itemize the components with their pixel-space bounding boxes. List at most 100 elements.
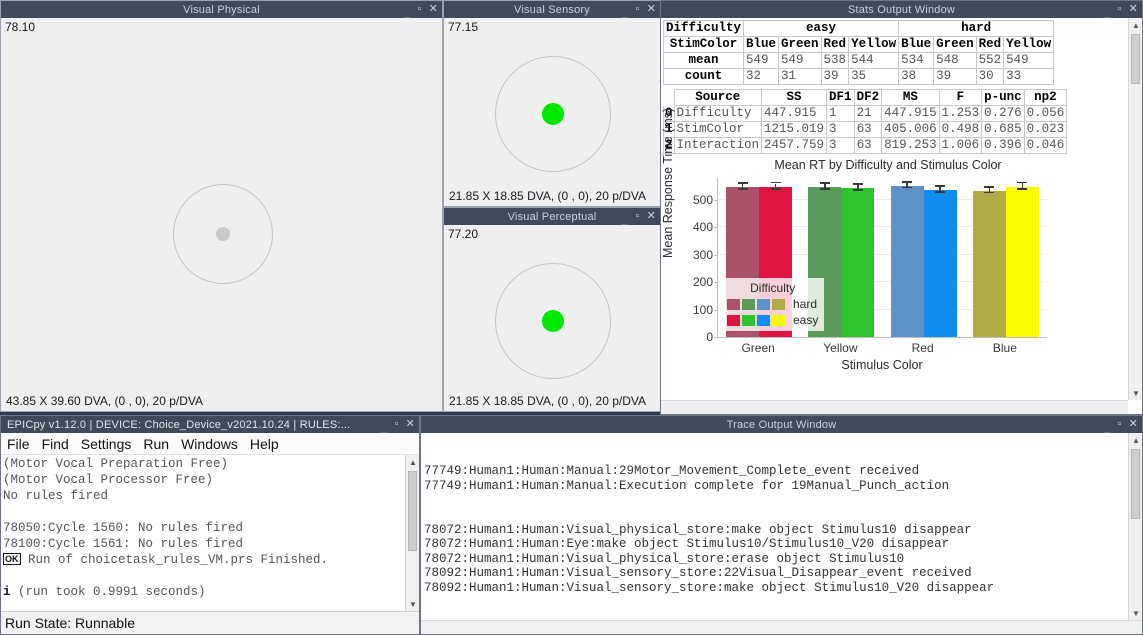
stats-horizontal-scrollbar[interactable] bbox=[661, 400, 1128, 414]
minimize-icon[interactable]: _ bbox=[1104, 6, 1111, 18]
close-icon[interactable]: ✕ bbox=[647, 4, 656, 15]
scroll-down-icon[interactable]: ▼ bbox=[406, 597, 420, 611]
scroll-up-icon[interactable]: ▲ bbox=[1129, 18, 1142, 32]
chart-xtick: Green bbox=[741, 341, 775, 355]
console-vertical-scrollbar[interactable]: ▲ ▼ bbox=[405, 455, 419, 611]
titlebar-trace-output[interactable]: Trace Output Window _ ▫ ✕ bbox=[421, 416, 1142, 433]
scrollbar-thumb[interactable] bbox=[1131, 34, 1140, 84]
close-icon[interactable]: ✕ bbox=[1129, 4, 1138, 15]
maximize-icon[interactable]: ▫ bbox=[394, 419, 398, 430]
table-row: Difficulty easy hard bbox=[662, 20, 1055, 37]
anova-head-ss: SS bbox=[761, 89, 828, 106]
trace-line: 78072:Human1:Human:Visual_physical_store… bbox=[424, 522, 972, 537]
stimulus-dot bbox=[542, 103, 564, 125]
scroll-up-icon[interactable]: ▲ bbox=[406, 455, 420, 469]
close-icon[interactable]: ✕ bbox=[647, 211, 656, 222]
titlebar-visual-sensory[interactable]: Visual Sensory _ ▫ ✕ bbox=[444, 1, 660, 18]
maximize-icon[interactable]: ▫ bbox=[417, 4, 421, 15]
trace-text: 77749:Human1:Human:Manual:29Motor_Moveme… bbox=[424, 435, 1126, 618]
menu-help[interactable]: Help bbox=[250, 436, 279, 452]
close-icon[interactable]: ✕ bbox=[1129, 419, 1138, 430]
chart-bar bbox=[972, 190, 1006, 337]
trace-vertical-scrollbar[interactable]: ▲ ▼ bbox=[1128, 433, 1142, 620]
anova-cell: 3 bbox=[826, 137, 855, 154]
legend-swatch bbox=[742, 314, 755, 326]
table-row: 2 Interaction 2457.759 3 63 819.253 1.00… bbox=[663, 137, 1068, 154]
minimize-icon[interactable]: _ bbox=[1104, 421, 1111, 433]
titlebar-stats-output[interactable]: Stats Output Window _ ▫ ✕ bbox=[661, 1, 1142, 18]
maximize-icon[interactable]: ▫ bbox=[1117, 419, 1121, 430]
window-title: Trace Output Window bbox=[726, 418, 837, 431]
epicpy-console[interactable]: (Motor Vocal Preparation Free) (Motor Voc… bbox=[1, 455, 419, 612]
pivot-cell: 538 bbox=[820, 52, 850, 69]
chart-errorbar-cap bbox=[1017, 188, 1028, 190]
anova-cell: 0.046 bbox=[1023, 137, 1068, 154]
chart-errorbar-cap bbox=[819, 188, 830, 190]
maximize-icon[interactable]: ▫ bbox=[635, 211, 639, 222]
anova-cell: 0.276 bbox=[981, 105, 1025, 122]
chart-errorbar-cap bbox=[984, 191, 995, 194]
pivot-group-hard: hard bbox=[898, 20, 1055, 37]
window-stats-output: Stats Output Window _ ▫ ✕ Difficulty eas… bbox=[660, 0, 1143, 415]
pivot-col-head: Yellow bbox=[1003, 36, 1055, 53]
ok-badge: OK bbox=[3, 553, 21, 565]
maximize-icon[interactable]: ▫ bbox=[635, 4, 639, 15]
minimize-icon[interactable]: _ bbox=[622, 213, 629, 225]
titlebar-epicpy[interactable]: EPICpy v1.12.0 | DEVICE: Choice_Device_v… bbox=[1, 416, 419, 433]
scrollbar-thumb[interactable] bbox=[1131, 449, 1140, 519]
anova-table: Source SS DF1 DF2 MS F p-unc np2 0 Diffi… bbox=[663, 89, 1068, 154]
chart-errorbar-cap bbox=[902, 181, 913, 183]
maximize-icon[interactable]: ▫ bbox=[1117, 4, 1121, 15]
chart-xtick: Blue bbox=[992, 341, 1017, 355]
scroll-up-icon[interactable]: ▲ bbox=[1129, 433, 1142, 447]
pivot-col-head: Yellow bbox=[848, 36, 900, 53]
chart-errorbar-cap bbox=[737, 182, 748, 184]
menu-settings[interactable]: Settings bbox=[81, 436, 132, 452]
anova-cell: 1.253 bbox=[938, 105, 983, 122]
pivot-cell: 549 bbox=[778, 52, 822, 69]
table-row: StimColor Blue Green Red Yellow Blue Gre… bbox=[662, 36, 1055, 53]
close-icon[interactable]: ✕ bbox=[429, 4, 438, 15]
menu-run[interactable]: Run bbox=[143, 436, 169, 452]
close-icon[interactable]: ✕ bbox=[406, 419, 415, 430]
scrollbar-thumb[interactable] bbox=[408, 471, 417, 551]
pivot-cell: 32 bbox=[743, 68, 780, 85]
pivot-col-head: Red bbox=[975, 36, 1005, 53]
chart-xlabel: Stimulus Color bbox=[841, 358, 923, 372]
menu-windows[interactable]: Windows bbox=[181, 436, 238, 452]
stimulus-dot bbox=[542, 310, 564, 332]
chart-errorbar-cap bbox=[852, 183, 863, 185]
visual-physical-timestamp: 78.10 bbox=[5, 20, 36, 34]
chart-errorbar-cap bbox=[935, 185, 946, 187]
titlebar-visual-physical[interactable]: Visual Physical _ ▫ ✕ bbox=[1, 1, 442, 18]
stats-vertical-scrollbar[interactable]: ▲ ▼ bbox=[1128, 18, 1142, 400]
pivot-col-head: Green bbox=[778, 36, 822, 53]
anova-head-df2: DF2 bbox=[853, 89, 883, 106]
trace-client[interactable]: 77749:Human1:Human:Manual:29Motor_Moveme… bbox=[421, 433, 1142, 634]
menu-file[interactable]: File bbox=[7, 436, 30, 452]
pivot-cell: 552 bbox=[975, 52, 1005, 69]
window-controls: _ ▫ ✕ bbox=[381, 416, 415, 434]
anova-cell: 63 bbox=[853, 137, 883, 154]
visual-perceptual-canvas: 77.20 21.85 X 18.85 DVA, (0 , 0), 20 p/D… bbox=[444, 225, 660, 411]
minimize-icon[interactable]: _ bbox=[622, 6, 629, 18]
anova-cell: 1215.019 bbox=[761, 121, 828, 138]
chart-title: Mean RT by Difficulty and Stimulus Color bbox=[774, 158, 1002, 172]
scroll-down-icon[interactable]: ▼ bbox=[1129, 386, 1142, 400]
menu-find[interactable]: Find bbox=[42, 436, 69, 452]
chart-errorbar-cap bbox=[852, 189, 863, 191]
console-text: (Motor Vocal Preparation Free) (Motor Voc… bbox=[3, 456, 404, 610]
pivot-group-easy: easy bbox=[743, 20, 900, 37]
anova-cell: 3 bbox=[826, 121, 855, 138]
trace-line: 78072:Human1:Human:Visual_physical_store… bbox=[424, 551, 905, 566]
titlebar-visual-perceptual[interactable]: Visual Perceptual _ ▫ ✕ bbox=[444, 208, 660, 225]
minimize-icon[interactable]: _ bbox=[404, 6, 411, 18]
window-controls: _ ▫ ✕ bbox=[622, 208, 656, 226]
minimize-icon[interactable]: _ bbox=[381, 421, 388, 433]
chart-errorbar-cap bbox=[770, 181, 781, 184]
scroll-down-icon[interactable]: ▼ bbox=[1129, 606, 1142, 620]
visual-sensory-canvas: 77.15 21.85 X 18.85 DVA, (0 , 0), 20 p/D… bbox=[444, 18, 660, 206]
anova-head-source: Source bbox=[673, 89, 763, 106]
window-controls: _ ▫ ✕ bbox=[404, 1, 438, 19]
chart-errorbar-cap bbox=[984, 186, 995, 188]
